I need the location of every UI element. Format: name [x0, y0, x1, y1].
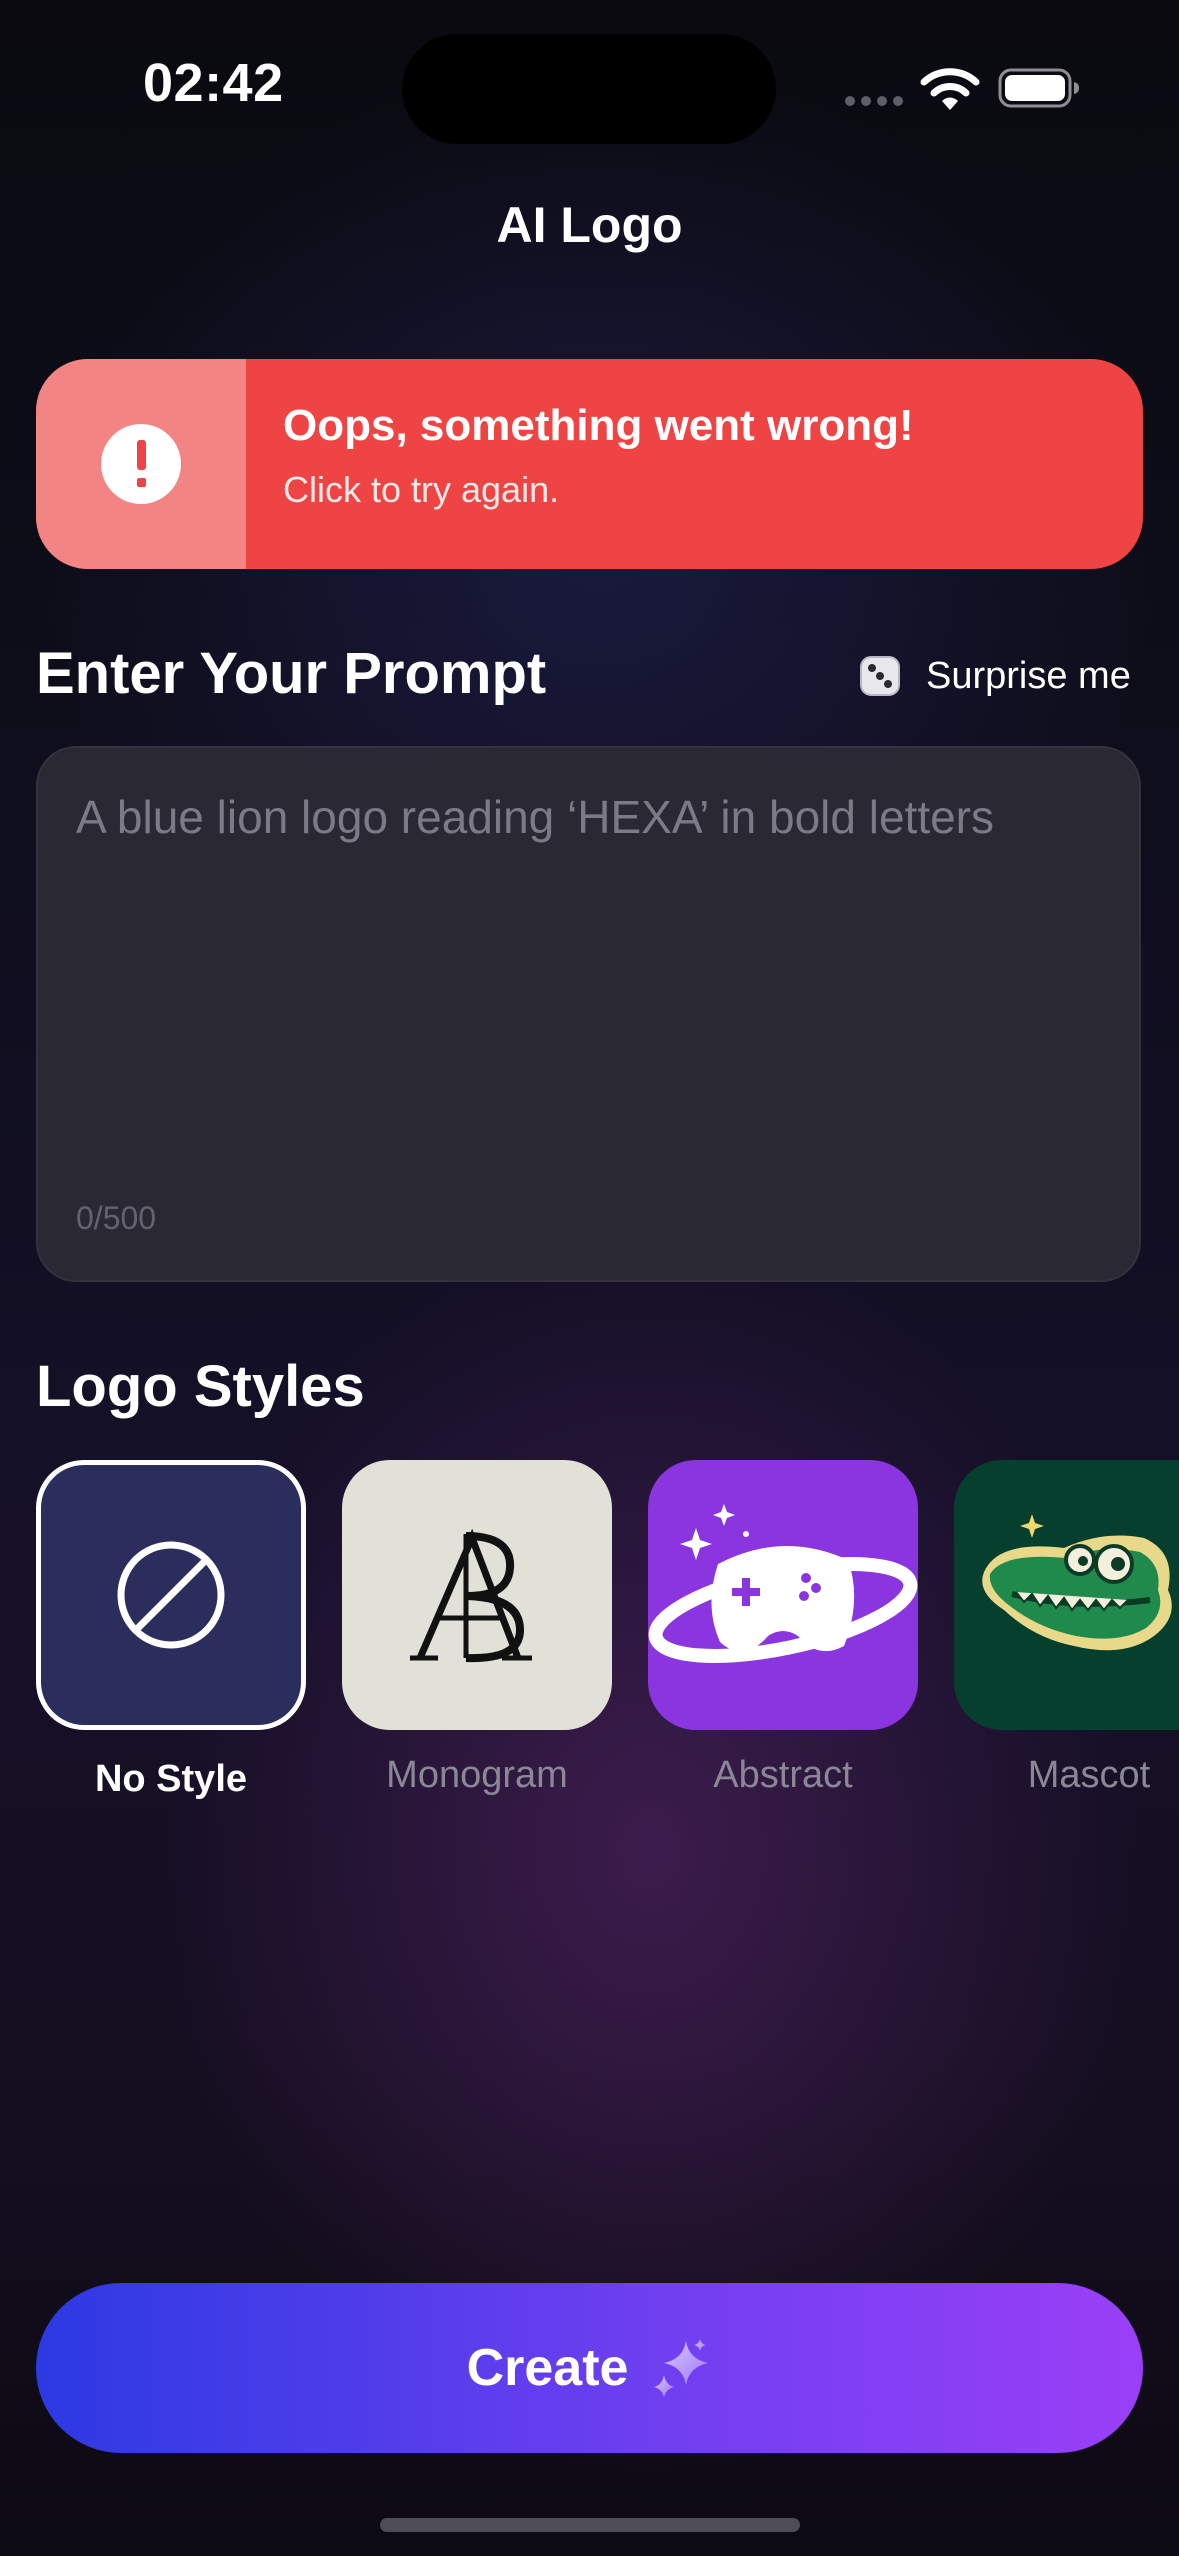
error-banner[interactable]: Oops, something went wrong! Click to try…: [36, 359, 1143, 569]
no-style-icon: [117, 1541, 225, 1649]
dynamic-island: [402, 34, 776, 144]
prompt-input-container: 0/500: [36, 746, 1141, 1282]
prompt-input[interactable]: [76, 788, 1096, 1168]
style-option-no-style[interactable]: No Style: [36, 1460, 308, 1801]
sparkle-icon: [654, 2339, 709, 2397]
surprise-me-label: Surprise me: [926, 654, 1131, 697]
surprise-me-button[interactable]: Surprise me: [858, 646, 1131, 706]
monogram-logo: [410, 1528, 532, 1663]
style-thumbnail: [36, 1460, 306, 1730]
style-label: Mascot: [1027, 1754, 1151, 1796]
style-option-mascot[interactable]: Mascot: [954, 1460, 1179, 1797]
style-thumbnail: [954, 1460, 1179, 1730]
style-option-monogram[interactable]: Monogram: [342, 1460, 614, 1797]
style-label: Abstract: [713, 1754, 853, 1796]
battery-full-icon: [998, 68, 1079, 108]
page-title: AI Logo: [496, 197, 683, 253]
cellular-signal-icon: [845, 96, 905, 106]
character-counter: 0/500: [76, 1200, 157, 1236]
create-button[interactable]: Create: [36, 2283, 1143, 2453]
create-button-label: Create: [466, 2339, 629, 2397]
style-thumbnail: [342, 1460, 612, 1730]
style-option-abstract[interactable]: Abstract: [648, 1460, 920, 1797]
error-title: Oops, something went wrong!: [283, 401, 914, 450]
home-indicator: [380, 2518, 800, 2532]
logo-styles-heading: Logo Styles: [36, 1354, 365, 1419]
wifi-icon: [920, 68, 980, 110]
status-time: 02:42: [143, 53, 284, 113]
style-label: No Style: [94, 1758, 248, 1800]
planet-controller-logo: [648, 1504, 918, 1663]
error-retry-text: Click to try again.: [283, 469, 560, 510]
prompt-heading: Enter Your Prompt: [36, 641, 547, 706]
style-label: Monogram: [386, 1754, 568, 1796]
crocodile-mascot-logo: [982, 1514, 1172, 1651]
style-thumbnail: [648, 1460, 918, 1730]
app-screen: 02:42 AI Logo Oops, something went wrong…: [0, 0, 1179, 2556]
dice-icon: [860, 656, 900, 696]
error-icon-panel: [36, 359, 246, 569]
exclamation-icon: [101, 424, 181, 504]
